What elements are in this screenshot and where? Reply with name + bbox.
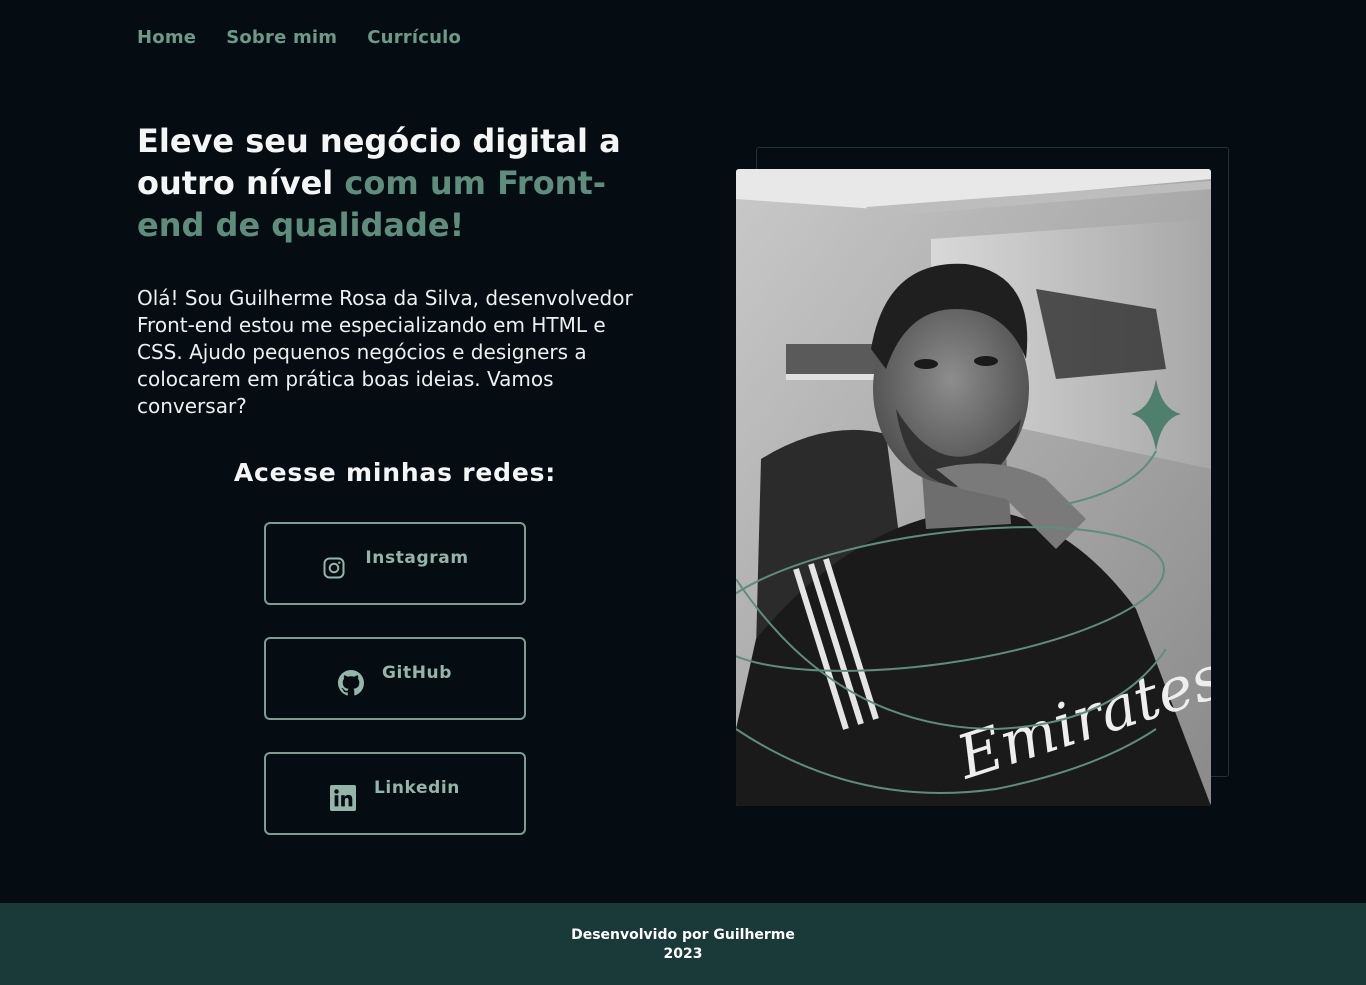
intro-paragraph: Olá! Sou Guilherme Rosa da Silva, desenv… <box>137 286 633 418</box>
nav-link-curriculo[interactable]: Currículo <box>367 27 461 48</box>
nav-link-sobre-mim[interactable]: Sobre mim <box>226 27 337 48</box>
instagram-icon <box>321 555 347 581</box>
nav-link-home[interactable]: Home <box>137 27 196 48</box>
github-icon <box>337 669 364 696</box>
main-nav: Home Sobre mim Currículo <box>137 27 461 48</box>
instagram-label: Instagram <box>365 547 469 568</box>
instagram-button[interactable]: Instagram <box>264 522 526 605</box>
linkedin-button[interactable]: Linkedin <box>264 752 526 835</box>
profile-photo: Emirates <box>736 169 1211 806</box>
github-label: GitHub <box>381 662 452 683</box>
hero-title: Eleve seu negócio digital a outro nível … <box>137 120 657 246</box>
linkedin-label: Linkedin <box>373 777 461 798</box>
footer: Desenvolvido por Guilherme 2023 <box>0 903 1366 985</box>
linkedin-icon <box>329 784 356 811</box>
github-button[interactable]: GitHub <box>264 637 526 720</box>
social-section-title: Acesse minhas redes: <box>233 458 557 487</box>
footer-credit: Desenvolvido por Guilherme <box>571 927 795 943</box>
footer-year: 2023 <box>663 946 703 962</box>
